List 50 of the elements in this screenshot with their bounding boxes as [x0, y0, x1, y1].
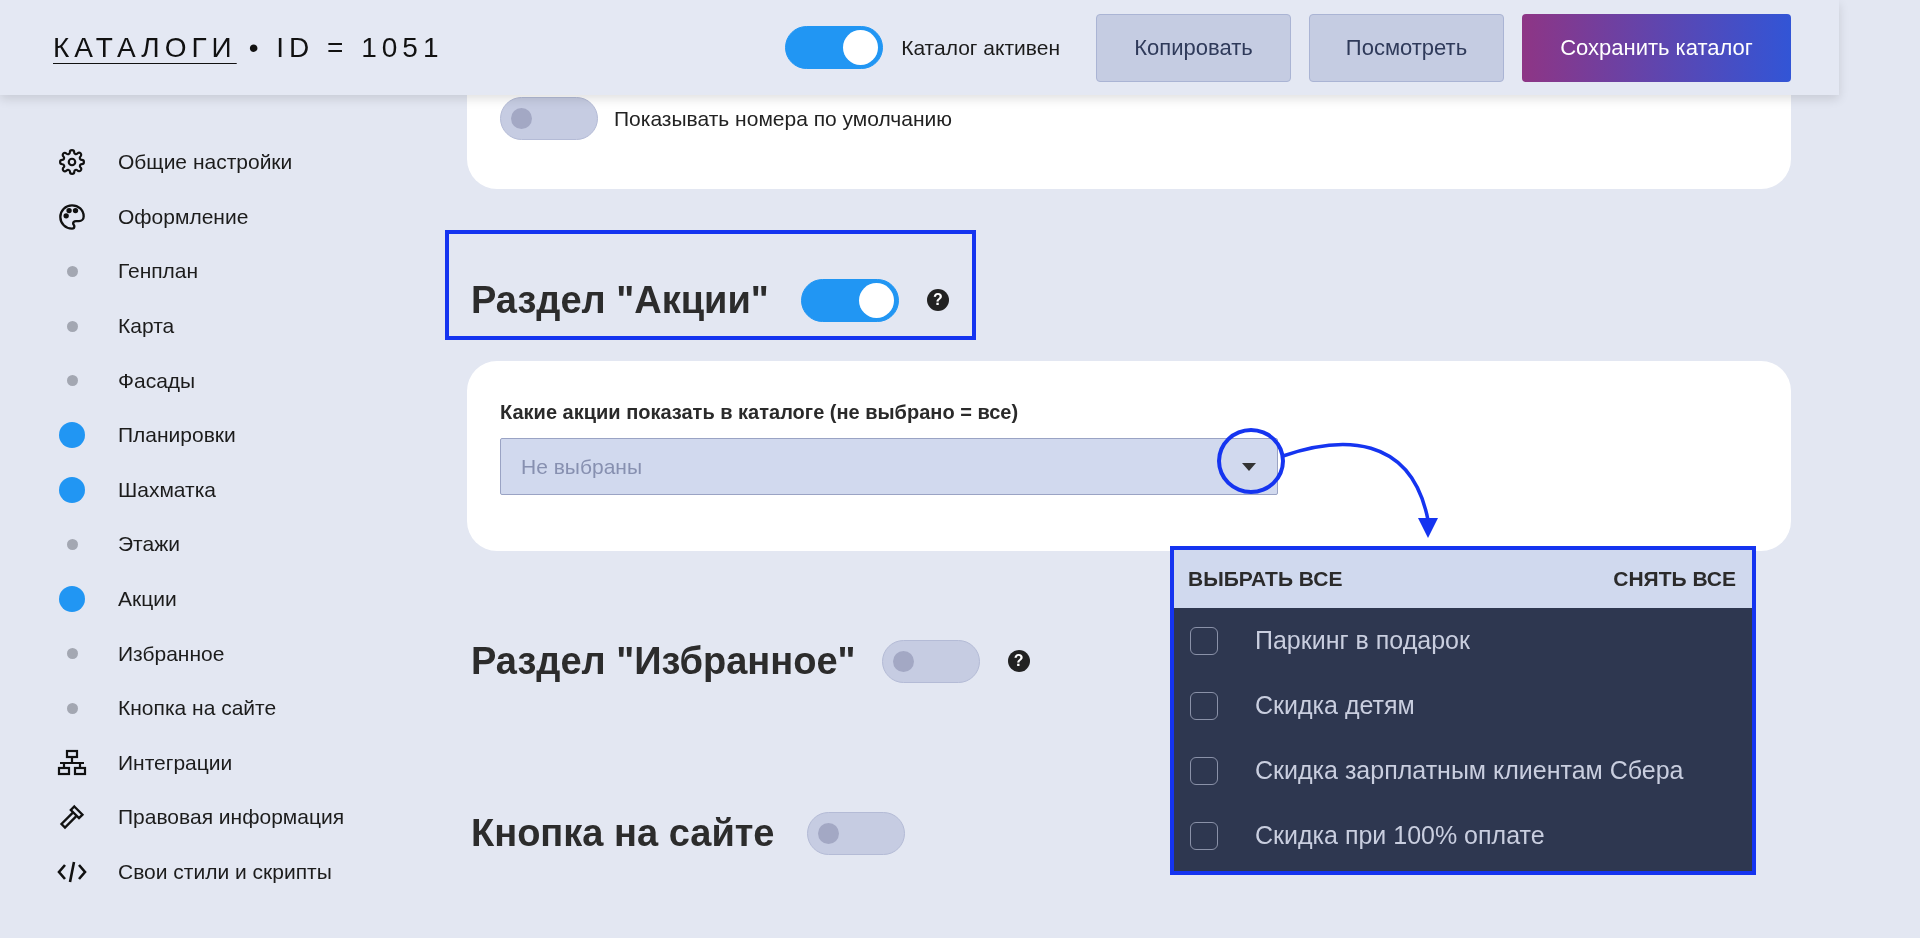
toggle-label: Показывать номера по умолчанию	[614, 106, 952, 131]
action-button[interactable]: Копировать	[1096, 13, 1291, 82]
select-field[interactable]: Не выбраны	[500, 438, 1278, 495]
field-label: Какие акции показать в каталоге (не выбрано = все)	[500, 401, 1020, 424]
sidebar-item[interactable]: Избранное	[118, 641, 225, 666]
settings-icon	[59, 149, 85, 176]
sidebar-item[interactable]: Планировки	[118, 423, 236, 448]
sidebar-item[interactable]: Акции	[118, 587, 177, 612]
sidebar-item[interactable]: Генплан	[118, 259, 199, 284]
checkbox[interactable]	[1190, 691, 1218, 720]
code-icon	[57, 859, 87, 885]
sidebar-item[interactable]: Шахматка	[118, 477, 217, 502]
sidebar-item[interactable]: Кнопка на сайте	[118, 696, 277, 721]
sidebar-item[interactable]: Интеграции	[118, 750, 233, 775]
save-button[interactable]: Сохранить каталог	[1522, 13, 1791, 82]
sidebar-item[interactable]: Общие настройки	[118, 150, 293, 175]
option-label[interactable]: Скидка зарплатным клиентам Сбера	[1255, 756, 1684, 785]
toggle-switch[interactable]	[800, 278, 899, 322]
toggle-switch[interactable]	[806, 811, 905, 855]
option-label[interactable]: Скидка детям	[1255, 691, 1415, 720]
gavel-icon	[58, 803, 86, 832]
sidebar-item[interactable]: Фасады	[118, 368, 196, 393]
sidebar-item[interactable]: Оформление	[118, 204, 249, 229]
checkbox[interactable]	[1190, 756, 1218, 785]
palette-icon	[58, 202, 86, 231]
option-label[interactable]: Паркинг в подарок	[1255, 626, 1470, 655]
select-all-link[interactable]: ВЫБРАТЬ ВСЕ	[1188, 567, 1343, 591]
help-icon[interactable]: ?	[926, 289, 949, 311]
clear-all-link[interactable]: СНЯТЬ ВСЕ	[1613, 567, 1736, 591]
toggle-switch[interactable]	[881, 639, 980, 683]
caret-icon	[1242, 463, 1256, 471]
sidebar-item[interactable]: Этажи	[118, 532, 180, 557]
action-button[interactable]: Посмотреть	[1309, 13, 1504, 82]
section-heading: Раздел "Избранное"	[471, 639, 856, 683]
sidebar-item[interactable]: Правовая информация	[118, 805, 345, 830]
toggle-switch[interactable]	[500, 97, 598, 140]
highlight-circle	[1217, 428, 1285, 494]
section-heading: Кнопка на сайте	[471, 811, 775, 855]
section-heading: Раздел "Акции"	[471, 278, 769, 322]
help-icon[interactable]: ?	[1007, 650, 1030, 672]
checkbox[interactable]	[1190, 821, 1218, 850]
sidebar-item[interactable]: Свои стили и скрипты	[118, 860, 332, 884]
toggle-label: Каталог активен	[901, 35, 1060, 60]
checkbox[interactable]	[1190, 626, 1218, 655]
sidebar-item[interactable]: Карта	[118, 314, 175, 339]
network-icon	[57, 748, 87, 777]
toggle-switch[interactable]	[785, 26, 884, 69]
option-label[interactable]: Скидка при 100% оплате	[1255, 821, 1545, 850]
catalog-id: • ID = 1051	[248, 31, 444, 64]
breadcrumb-link[interactable]: КАТАЛОГИ	[53, 31, 237, 64]
